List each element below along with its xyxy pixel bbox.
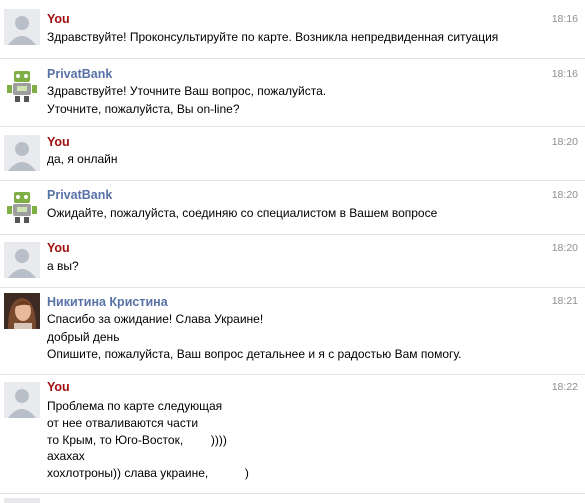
sender-name: You [47, 241, 70, 255]
message-text: ахахах [47, 449, 85, 463]
message-text: Здравствуйте! Проконсультируйте по карте… [47, 30, 499, 44]
message-text: Проблема по карте следующая [47, 399, 223, 413]
chat-message: You 18:20 да, я онлайн [0, 126, 585, 180]
sender-name: PrivatBank [47, 67, 113, 81]
user-avatar-icon [4, 382, 40, 418]
agent-avatar [4, 293, 40, 329]
chat-message: PrivatBank 18:16 Здравствуйте! Уточните … [0, 58, 585, 126]
message-time: 18:16 [551, 13, 578, 25]
chat-message: You 18:22 Проблема по карте следующая от… [0, 374, 585, 492]
user-avatar-icon [4, 498, 40, 503]
message-text: то Крым, то Юго-Восток, [47, 433, 184, 447]
sender-name: You [47, 135, 70, 149]
user-avatar-icon [4, 242, 40, 278]
message-text-row: то Крым, то Юго-Восток, )))) [47, 433, 227, 447]
chat-log: You 18:16 Здравствуйте! Проконсультируйт… [0, 0, 585, 503]
smile-icon [228, 467, 241, 479]
sender-name: You [47, 12, 70, 26]
user-avatar-icon [4, 9, 40, 45]
chat-message: You 18:20 а вы? [0, 234, 585, 288]
message-time: 18:22 [551, 381, 578, 393]
message-text: Опишите, пожалуйста, Ваш вопрос детальне… [47, 347, 462, 361]
message-text-row: хохлотроны)) слава украине, ) [47, 466, 249, 480]
message-text: а вы? [47, 259, 79, 273]
user-avatar-icon [4, 135, 40, 171]
message-text: да, я онлайн [47, 152, 118, 166]
chat-message: You 18:16 Здравствуйте! Проконсультируйт… [0, 0, 585, 58]
message-time: 18:20 [551, 242, 578, 254]
privatbank-robot-icon [4, 188, 40, 224]
message-time: 18:20 [551, 136, 578, 148]
chat-message: Никитина Кристина 18:21 Спасибо за ожида… [0, 287, 585, 374]
message-time: 18:21 [551, 295, 578, 307]
message-text: Спасибо за ожидание! Слава Украине! [47, 312, 264, 326]
message-text: )))) [210, 433, 227, 447]
chat-message: PrivatBank 18:20 Ожидайте, пожалуйста, с… [0, 180, 585, 234]
message-text: ) [244, 466, 249, 480]
message-text: Здравствуйте! Уточните Ваш вопрос, пожал… [47, 84, 327, 98]
smile-icon [193, 434, 206, 446]
privatbank-robot-icon [4, 67, 40, 103]
sender-name: Никитина Кристина [47, 295, 168, 309]
message-separator [0, 493, 585, 494]
message-text: Ожидайте, пожалуйста, соединяю со специа… [47, 206, 438, 220]
sender-name: You [47, 380, 70, 394]
message-text: Уточните, пожалуйста, Вы on-line? [47, 102, 240, 116]
message-time: 18:20 [551, 189, 578, 201]
message-time: 18:16 [551, 68, 578, 80]
message-text: от нее отваливаются части [47, 416, 199, 430]
message-text: хохлотроны)) слава украине, [47, 466, 209, 480]
sender-name: PrivatBank [47, 188, 113, 202]
message-text: добрый день [47, 330, 120, 344]
